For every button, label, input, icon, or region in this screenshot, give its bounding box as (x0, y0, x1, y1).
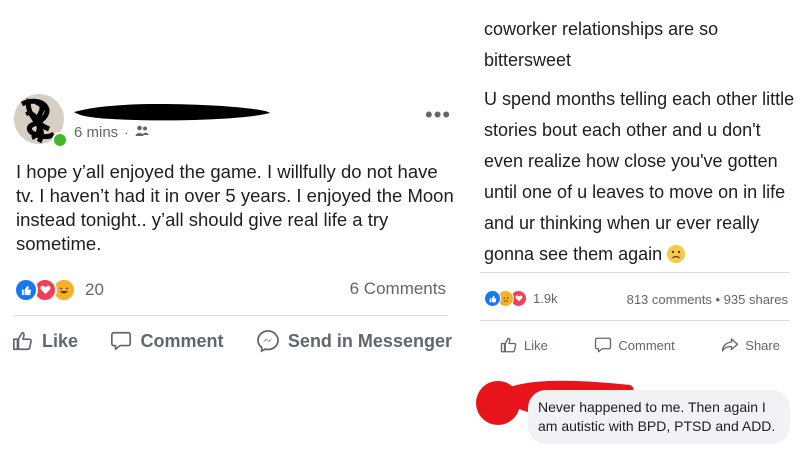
post-headline: coworker relationships are so bitterswee… (484, 19, 719, 70)
reply-comment-bubble[interactable]: Never happened to me. Then again I am au… (528, 390, 790, 444)
post-meta: 6 mins · (74, 124, 149, 141)
divider (14, 315, 448, 316)
comment-icon (595, 337, 612, 353)
shares-count[interactable]: 935 shares (724, 292, 788, 307)
like-reaction-icon (14, 278, 38, 302)
comment-icon (111, 331, 132, 351)
share-icon (722, 338, 739, 352)
divider (480, 272, 790, 273)
reactions-summary[interactable]: 20 (14, 278, 104, 302)
comment-label: Comment (618, 337, 675, 353)
comment-button[interactable]: Comment (110, 329, 223, 353)
post-actions: Like Comment Send in Messenger (12, 329, 452, 353)
timestamp[interactable]: 6 mins (74, 124, 118, 141)
comments-count[interactable]: 813 comments (627, 292, 712, 307)
like-label: Like (42, 330, 79, 351)
name-redaction (74, 104, 270, 121)
send-in-messenger-button[interactable]: Send in Messenger (256, 329, 452, 353)
messenger-icon (257, 330, 279, 353)
send-label: Send in Messenger (287, 330, 452, 351)
comments-count[interactable]: 6 Comments (350, 279, 446, 299)
post-actions: Like Comment Share (500, 336, 780, 354)
like-button[interactable]: Like (12, 329, 78, 353)
thumbs-up-icon (500, 337, 517, 353)
stats-separator: • (715, 292, 721, 307)
more-options-icon[interactable]: ••• (425, 102, 451, 128)
post-body: U spend months telling each other little… (484, 84, 796, 270)
friends-icon[interactable] (135, 124, 149, 141)
share-label: Share (745, 337, 780, 353)
like-label: Like (524, 337, 548, 353)
divider (480, 320, 790, 321)
comment-label: Comment (140, 330, 224, 351)
engagement-stats: 813 comments • 935 shares (627, 292, 788, 307)
panel-divider (462, 0, 470, 450)
reaction-count: 20 (85, 280, 104, 299)
share-button[interactable]: Share (721, 336, 780, 354)
like-button[interactable]: Like (500, 336, 548, 354)
reactions-summary[interactable]: 1.9k (484, 290, 558, 307)
left-post: 6 mins · ••• I hope y’all enjoyed the ga… (0, 0, 462, 450)
reaction-count: 1.9k (533, 291, 558, 306)
like-reaction-icon (484, 290, 501, 307)
online-status-indicator (52, 132, 68, 148)
crying-face-emoji-icon (667, 245, 686, 263)
thumbs-up-icon (13, 331, 32, 351)
meta-separator: · (124, 125, 129, 140)
reply-comment-text: Never happened to me. Then again I am au… (538, 399, 776, 434)
post-body-text: U spend months telling each other little… (484, 89, 795, 264)
comment-button[interactable]: Comment (594, 336, 675, 354)
post-text: I hope y’all enjoyed the game. I willful… (16, 161, 454, 254)
